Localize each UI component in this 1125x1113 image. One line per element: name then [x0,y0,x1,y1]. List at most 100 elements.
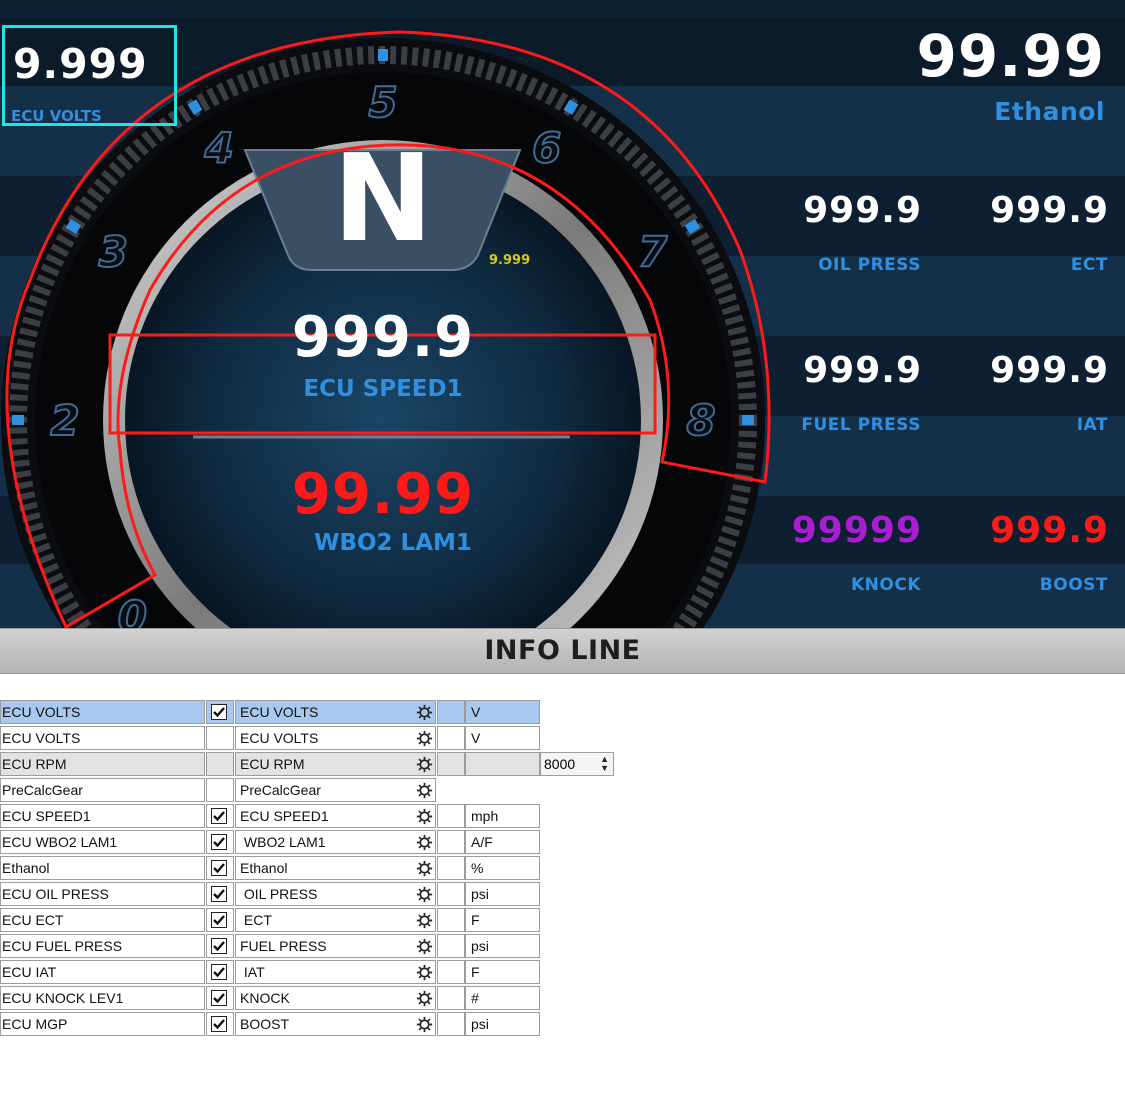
unit-cell[interactable]: psi [465,882,540,906]
source-channel-cell[interactable]: ECU KNOCK LEV1 [0,986,205,1010]
display-name-cell[interactable]: OIL PRESS [235,882,436,906]
knock-value: 99999 [791,510,922,551]
unit-cell[interactable] [465,752,540,776]
enable-checkbox[interactable] [211,886,227,902]
source-channel-cell[interactable]: ECU ECT [0,908,205,932]
display-name-cell[interactable]: ECT [235,908,436,932]
display-name-cell[interactable]: ECU VOLTS [235,700,436,724]
display-name-cell[interactable]: PreCalcGear [235,778,436,802]
unit-cell[interactable]: V [465,726,540,750]
display-name-cell[interactable]: KNOCK [235,986,436,1010]
table-row[interactable]: ECU VOLTS ECU VOLTS V [0,700,620,724]
gear-icon[interactable] [416,912,433,929]
table-row[interactable]: ECU SPEED1 ECU SPEED1 mph [0,804,620,828]
display-name-cell[interactable]: Ethanol [235,856,436,880]
enable-checkbox[interactable] [211,808,227,824]
unit-cell[interactable]: psi [465,934,540,958]
unit-cell[interactable]: % [465,856,540,880]
gear-icon[interactable] [416,938,433,955]
display-name-cell[interactable]: ECU VOLTS [235,726,436,750]
unit-cell[interactable]: F [465,908,540,932]
display-name-label: ECU SPEED1 [240,808,329,824]
max-rpm-value: 8000 [544,756,576,772]
unit-cell[interactable]: psi [465,1012,540,1036]
enable-cell [206,1012,234,1036]
table-row[interactable]: ECU MGP BOOST psi [0,1012,620,1036]
enable-cell [206,856,234,880]
gear-icon[interactable] [416,834,433,851]
source-channel-cell[interactable]: ECU RPM [0,752,205,776]
rpm-tick-label: 8 [686,396,715,445]
display-name-cell[interactable]: IAT [235,960,436,984]
enable-checkbox[interactable] [211,938,227,954]
enable-checkbox[interactable] [211,834,227,850]
display-name-cell[interactable]: ECU SPEED1 [235,804,436,828]
unit-cell[interactable]: # [465,986,540,1010]
spacer-cell [437,856,465,880]
enable-checkbox[interactable] [211,1016,227,1032]
enable-checkbox[interactable] [211,990,227,1006]
enable-cell [206,908,234,932]
enable-checkbox[interactable] [211,912,227,928]
enable-cell [206,752,234,776]
gear-icon[interactable] [416,730,433,747]
spinner-arrows-icon[interactable]: ▲ ▼ [600,755,609,773]
ecu-volts-box[interactable]: 9.999 ECU VOLTS [2,25,177,126]
spacer-cell [437,700,465,724]
table-row[interactable]: ECU RPM ECU RPM 8000 ▲ ▼ [0,752,620,776]
display-name-label: Ethanol [240,860,288,876]
rpm-tick-label: 4 [204,123,234,172]
table-row[interactable]: ECU VOLTS ECU VOLTS V [0,726,620,750]
gear-icon[interactable] [416,808,433,825]
table-row[interactable]: ECU IAT IAT F [0,960,620,984]
display-name-cell[interactable]: ECU RPM [235,752,436,776]
enable-checkbox[interactable] [211,704,227,720]
table-row[interactable]: ECU FUEL PRESS FUEL PRESS psi [0,934,620,958]
gear-icon[interactable] [416,886,433,903]
source-channel-cell[interactable]: ECU OIL PRESS [0,882,205,906]
source-channel-cell[interactable]: ECU WBO2 LAM1 [0,830,205,854]
display-name-cell[interactable]: WBO2 LAM1 [235,830,436,854]
rpm-tick-label: 7 [638,227,668,276]
enable-checkbox[interactable] [211,964,227,980]
display-name-label: FUEL PRESS [240,938,327,954]
source-channel-cell[interactable]: ECU FUEL PRESS [0,934,205,958]
unit-cell[interactable]: V [465,700,540,724]
unit-cell[interactable]: mph [465,804,540,828]
enable-cell [206,934,234,958]
table-row[interactable]: ECU KNOCK LEV1 KNOCK # [0,986,620,1010]
enable-checkbox[interactable] [211,860,227,876]
ect-label: ECT [1070,255,1108,275]
gear-icon[interactable] [416,860,433,877]
gear-icon[interactable] [416,756,433,773]
enable-cell [206,778,234,802]
display-name-cell[interactable]: BOOST [235,1012,436,1036]
display-name-cell[interactable]: FUEL PRESS [235,934,436,958]
dashboard-preview: 0 2 3 4 5 6 7 8 9.999 ECU VOLTS N 9.999 999.9 E… [0,0,1125,628]
source-channel-cell[interactable]: ECU MGP [0,1012,205,1036]
table-row[interactable]: ECU OIL PRESS OIL PRESS psi [0,882,620,906]
table-row[interactable]: ECU WBO2 LAM1 WBO2 LAM1 A/F [0,830,620,854]
source-channel-cell[interactable]: ECU SPEED1 [0,804,205,828]
source-channel-cell[interactable]: PreCalcGear [0,778,205,802]
boost-value: 999.9 [990,510,1109,551]
source-channel-cell[interactable]: ECU VOLTS [0,700,205,724]
rpm-tick-label: 3 [99,227,128,276]
spacer-cell [437,960,465,984]
max-rpm-select[interactable]: 8000 ▲ ▼ [540,752,614,776]
rpm-tick-label: 2 [50,396,79,445]
table-row[interactable]: Ethanol Ethanol% [0,856,620,880]
gear-icon[interactable] [416,1016,433,1033]
source-channel-cell[interactable]: ECU VOLTS [0,726,205,750]
unit-cell[interactable]: A/F [465,830,540,854]
source-channel-cell[interactable]: Ethanol [0,856,205,880]
gear-icon[interactable] [416,964,433,981]
gear-icon[interactable] [416,990,433,1007]
gear-icon[interactable] [416,704,433,721]
enable-cell [206,804,234,828]
source-channel-cell[interactable]: ECU IAT [0,960,205,984]
unit-cell[interactable]: F [465,960,540,984]
table-row[interactable]: ECU ECT ECT F [0,908,620,932]
table-row[interactable]: PreCalcGear PreCalcGear [0,778,620,802]
gear-icon[interactable] [416,782,433,799]
